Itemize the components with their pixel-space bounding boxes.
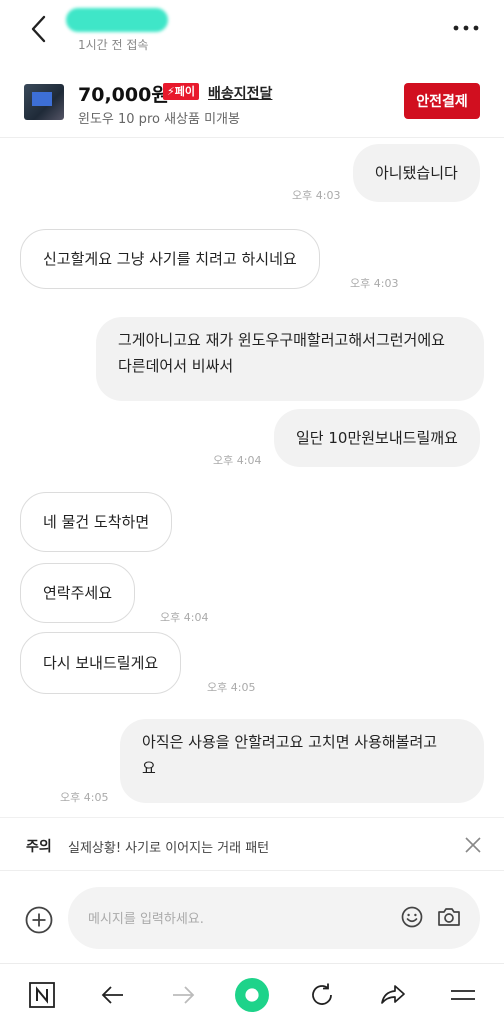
product-bar[interactable]: 70,000원 ⚡페이 배송지전달 윈도우 10 pro 새상품 미개봉 안전결…: [0, 64, 504, 138]
close-warning-button[interactable]: [462, 834, 484, 856]
plus-circle-icon: [25, 906, 53, 934]
delivery-link[interactable]: 배송지전달: [208, 83, 272, 103]
product-title: 윈도우 10 pro 새상품 미개봉: [78, 112, 240, 127]
share-button[interactable]: [376, 978, 410, 1012]
message-text: 신고할게요 그냥 사기를 치려고 하시네요: [43, 250, 297, 268]
chat-header: 1시간 전 접속: [0, 0, 504, 64]
message-bubble-theirs[interactable]: 다시 보내드릴게요: [20, 632, 182, 694]
green-dot-button[interactable]: [235, 978, 269, 1012]
message-input-placeholder: 메시지를 입력하세요.: [88, 912, 204, 927]
more-options-button[interactable]: [450, 14, 482, 42]
more-dots-icon: [453, 25, 479, 31]
last-seen-status: 1시간 전 접속: [78, 38, 149, 52]
message-time: 오후 4:04: [160, 611, 209, 624]
camera-icon: [438, 908, 460, 926]
emoji-button[interactable]: [400, 905, 424, 929]
smiley-icon: [401, 906, 423, 928]
message-bubble-mine[interactable]: 그게아니고요 재가 윈도우구매할러고해서그런거에요 다른데어서 비싸서: [96, 317, 484, 401]
message-text-line2: 다른데어서 비싸서: [118, 357, 234, 375]
chat-messages[interactable]: 아니됐습니다 오후 4:03 신고할게요 그냥 사기를 치려고 하시네요 오후 …: [0, 139, 504, 817]
message-bubble-theirs[interactable]: 네 물건 도착하면: [20, 492, 173, 552]
chevron-left-icon: [31, 15, 46, 43]
message-text: 네 물건 도착하면: [43, 513, 150, 531]
message-time: 오후 4:03: [350, 277, 399, 290]
message-text-line2: 요: [142, 759, 156, 777]
message-bubble-mine[interactable]: 아직은 사용을 안할려고요 고치면 사용해볼려고 요: [120, 719, 484, 803]
naver-n-icon: [29, 982, 55, 1008]
browser-bottom-nav: [0, 963, 504, 1024]
warning-label: 주의: [26, 839, 52, 855]
nav-forward-button[interactable]: [166, 978, 200, 1012]
back-button[interactable]: [22, 12, 58, 48]
product-thumbnail[interactable]: [24, 84, 64, 120]
share-arrow-icon: [381, 985, 405, 1004]
refresh-button[interactable]: [305, 978, 339, 1012]
product-price: 70,000원: [78, 84, 169, 106]
nav-back-button[interactable]: [96, 978, 130, 1012]
message-input-area: 메시지를 입력하세요.: [0, 871, 504, 963]
menu-button[interactable]: [446, 978, 480, 1012]
safe-pay-button[interactable]: 안전결제: [404, 83, 480, 119]
arrow-right-icon: [173, 986, 195, 1004]
message-text: 연락주세요: [43, 584, 113, 602]
pay-badge: ⚡페이: [163, 83, 199, 100]
close-icon: [465, 837, 481, 853]
message-time: 오후 4:04: [213, 454, 262, 467]
naver-home-button[interactable]: [25, 978, 59, 1012]
message-text-line1: 아직은 사용을 안할려고요 고치면 사용해볼려고: [142, 733, 438, 751]
fraud-warning-bar[interactable]: 주의 실제상황! 사기로 이어지는 거래 패턴: [0, 817, 504, 871]
message-bubble-mine[interactable]: 아니됐습니다: [353, 144, 480, 202]
green-dot-icon: [235, 978, 269, 1012]
hamburger-icon: [451, 990, 475, 1000]
message-time: 오후 4:05: [60, 791, 109, 804]
message-text: 다시 보내드릴게요: [43, 654, 159, 672]
message-time: 오후 4:03: [292, 189, 341, 202]
arrow-left-icon: [101, 986, 123, 1004]
camera-button[interactable]: [436, 904, 462, 930]
refresh-icon: [312, 983, 332, 1005]
message-text: 일단 10만원보내드릴깨요: [296, 429, 458, 447]
message-bubble-mine[interactable]: 일단 10만원보내드릴깨요: [274, 409, 480, 467]
message-text-line1: 그게아니고요 재가 윈도우구매할러고해서그런거에요: [118, 331, 445, 349]
warning-text[interactable]: 실제상황! 사기로 이어지는 거래 패턴: [68, 837, 269, 856]
message-bubble-theirs[interactable]: 연락주세요: [20, 563, 136, 623]
message-bubble-theirs[interactable]: 신고할게요 그냥 사기를 치려고 하시네요: [20, 229, 320, 289]
message-time: 오후 4:05: [207, 681, 256, 694]
blurred-username: [66, 8, 168, 32]
add-attachment-button[interactable]: [24, 905, 54, 935]
message-text: 아니됐습니다: [375, 164, 458, 182]
